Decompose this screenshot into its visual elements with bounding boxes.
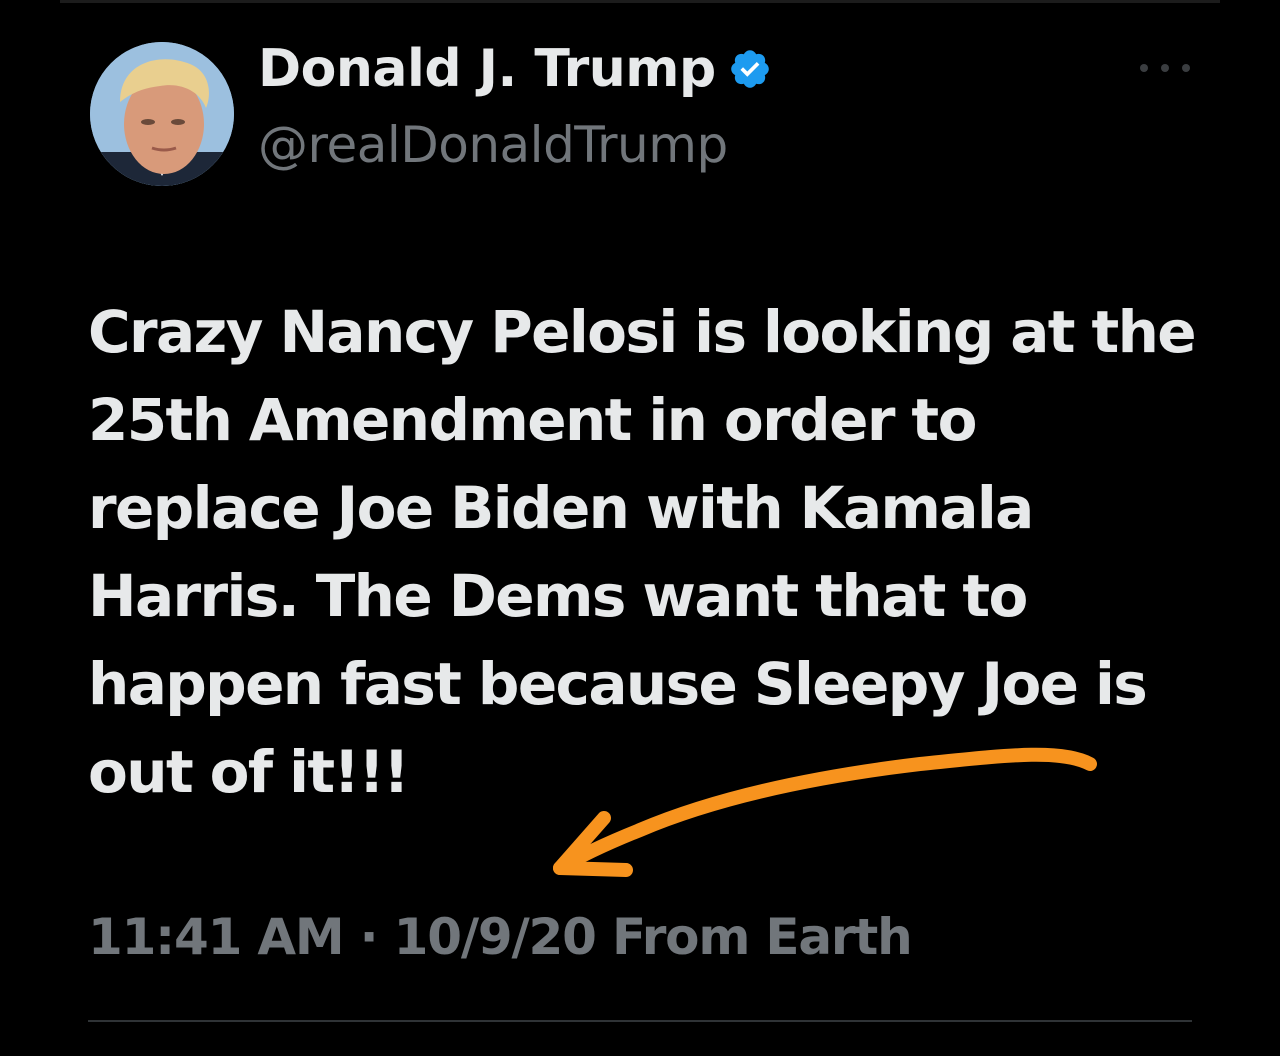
avatar[interactable] [90,42,234,186]
bottom-divider [88,1020,1192,1022]
top-divider [60,0,1220,3]
tweet-text: Crazy Nancy Pelosi is looking at the 25t… [88,298,1197,806]
author-name-row: Donald J. Trump [258,34,772,104]
tweet-time[interactable]: 11:41 AM [88,908,345,966]
tweet-date[interactable]: 10/9/20 [394,908,597,966]
more-horizontal-icon[interactable] [1140,54,1190,82]
display-name[interactable]: Donald J. Trump [258,39,716,99]
meta-separator: · [359,908,379,966]
more-dot [1161,64,1169,72]
author-handle[interactable]: @realDonaldTrump [258,116,728,174]
tweet-meta: 11:41 AM · 10/9/20 From Earth [88,908,913,966]
tweet-source: From Earth [611,908,913,966]
avatar-portrait [90,42,234,186]
tweet-card: Donald J. Trump @realDonaldTrump Crazy N… [0,0,1280,1056]
more-dot [1140,64,1148,72]
more-dot [1182,64,1190,72]
verified-badge-icon [730,50,769,88]
